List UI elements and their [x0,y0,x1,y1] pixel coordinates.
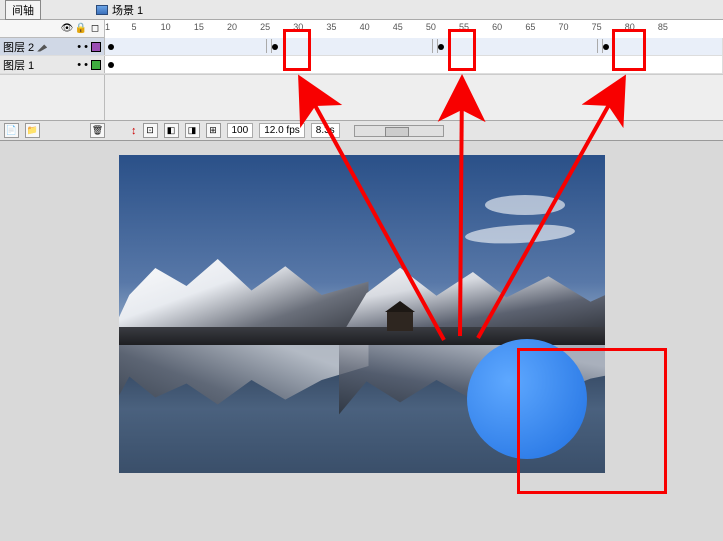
new-folder-button[interactable]: 📁 [25,123,40,138]
ruler-tick: 5 [132,22,137,32]
stage-image [485,195,565,215]
layer-label-area[interactable]: 图层 2 • • [0,38,105,55]
frame-ruler[interactable]: 1510152025303540455055606570758085 [105,20,723,38]
ruler-tick: 70 [558,22,568,32]
eye-icon[interactable]: 👁 [61,23,73,35]
ruler-tick: 75 [592,22,602,32]
ruler-tick: 10 [161,22,171,32]
layer-name: 图层 2 [3,39,34,55]
layer-color-swatch[interactable] [91,42,101,52]
keyframe-dot[interactable] [438,44,444,50]
stage-image [387,311,413,331]
ruler-tick: 25 [260,22,270,32]
layer-frames-2[interactable] [105,38,723,55]
fps-field[interactable]: 12.0 fps [259,123,305,138]
current-frame-field[interactable]: 100 [227,123,254,138]
timeline-empty-area [0,74,723,120]
layer-row-2[interactable]: 图层 2 • • [0,38,723,56]
onion-outline-button[interactable]: ◨ [185,123,200,138]
layer-header-controls: 👁 🔒 ◻ [0,20,105,37]
ruler-tick: 40 [360,22,370,32]
ruler-tick: 1 [105,22,110,32]
ruler-tick: 30 [293,22,303,32]
dot-icon: • [84,41,88,53]
new-layer-button[interactable]: 📄 [4,123,19,138]
spotlight-circle[interactable] [467,339,587,459]
dot-icon: • [77,59,81,71]
onion-skin-button[interactable]: ◧ [164,123,179,138]
ruler-tick: 80 [625,22,635,32]
elapsed-time-field: 8.3s [311,123,340,138]
timeline-toolbar: 📄 📁 🗑 ↕ ⊡ ◧ ◨ ⊞ 100 12.0 fps 8.3s [0,120,723,140]
timeline-scrollbar[interactable] [354,125,444,137]
scene-icon [96,5,108,15]
dot-icon: • [77,41,81,53]
layer-frames-1[interactable] [105,56,723,73]
delete-layer-button[interactable]: 🗑 [90,123,105,138]
ruler-tick: 15 [194,22,204,32]
scene-breadcrumb[interactable]: 场景 1 [96,2,143,18]
ruler-tick: 20 [227,22,237,32]
timeline-tab[interactable]: 间轴 [5,0,41,20]
ruler-tick: 35 [326,22,336,32]
layer-row-1[interactable]: 图层 1 • • [0,56,723,74]
edit-multiple-button[interactable]: ⊞ [206,123,221,138]
ruler-tick: 45 [393,22,403,32]
dot-icon: • [84,59,88,71]
keyframe-dot[interactable] [108,44,114,50]
ruler-tick: 50 [426,22,436,32]
ruler-tick: 55 [459,22,469,32]
lock-icon[interactable]: 🔒 [75,23,87,35]
timeline-header: 👁 🔒 ◻ 1510152025303540455055606570758085 [0,20,723,38]
timeline-panel: 👁 🔒 ◻ 1510152025303540455055606570758085… [0,20,723,141]
canvas[interactable] [119,155,605,473]
ruler-tick: 85 [658,22,668,32]
layer-color-swatch[interactable] [91,60,101,70]
playhead-icon[interactable]: ↕ [131,125,137,137]
layer-name: 图层 1 [3,57,34,73]
pencil-icon [37,42,47,52]
ruler-tick: 65 [525,22,535,32]
ruler-tick: 60 [492,22,502,32]
keyframe-dot[interactable] [603,44,609,50]
outline-icon[interactable]: ◻ [89,23,101,35]
center-frame-button[interactable]: ⊡ [143,123,158,138]
keyframe-dot[interactable] [108,62,114,68]
top-bar: 间轴 场景 1 [0,0,723,20]
scene-label: 场景 1 [112,2,143,18]
stage-area[interactable] [0,141,723,522]
layer-label-area[interactable]: 图层 1 • • [0,56,105,73]
keyframe-dot[interactable] [272,44,278,50]
